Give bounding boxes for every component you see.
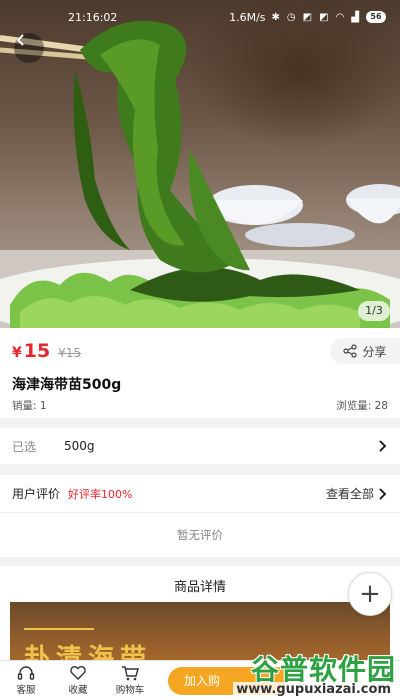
network-speed: 1.6M/s [229, 10, 266, 24]
sim-icon: ◩ [319, 11, 330, 23]
plus-icon: + [359, 579, 381, 609]
sim-icon: ◩ [302, 11, 314, 23]
gallery-page-indicator: 1/3 [358, 301, 390, 321]
product-title: 海津海带苗500g [12, 377, 122, 393]
reviews-title: 用户评价 [12, 487, 61, 501]
product-stats: 销量: 1 浏览量: 28 [12, 398, 388, 413]
cart-icon [122, 666, 139, 681]
chevron-right-icon [379, 440, 387, 452]
customer-service-button[interactable]: 客服 [0, 665, 52, 696]
price-row: ¥ 15 ¥ 15 [12, 340, 81, 362]
wifi-icon: ◠ [335, 11, 346, 23]
view-count: 浏览量: 28 [336, 400, 388, 412]
chevron-left-icon [16, 34, 24, 46]
alarm-icon: ◷ [286, 11, 297, 23]
chevron-right-icon[interactable] [378, 487, 388, 501]
heart-icon [70, 666, 86, 680]
bluetooth-icon: ✱ [271, 11, 281, 23]
sales-count: 销量: 1 [12, 400, 47, 412]
detail-image: 卦清海带 [10, 602, 390, 662]
status-time: 21:16:02 [68, 10, 118, 24]
cart-button[interactable]: 购物车 [104, 665, 156, 696]
product-info-card: ¥ 15 ¥ 15 分享 海津海带苗500g 销量: 1 浏览量: 28 [0, 328, 400, 418]
current-price: 15 [23, 340, 51, 362]
status-bar: 21:16:02 1.6M/s ✱ ◷ ◩ ◩ ◠ ▟ 56 [0, 0, 400, 34]
bottom-action-bar: 客服 收藏 购物车 加入购 [0, 660, 400, 700]
detail-title: 商品详情 [173, 580, 226, 595]
share-label: 分享 [362, 344, 387, 359]
detail-image-text: 卦清海带 [24, 644, 153, 662]
share-icon [343, 344, 358, 358]
cart-label: 购物车 [115, 685, 145, 696]
back-button[interactable] [14, 33, 44, 63]
product-image-gallery[interactable]: 21:16:02 1.6M/s ✱ ◷ ◩ ◩ ◠ ▟ 56 1/3 [0, 0, 400, 328]
currency-symbol: ¥ [12, 345, 22, 361]
seaweed-dish-image [0, 20, 400, 328]
spec-label: 已选 [12, 439, 37, 454]
customer-service-label: 客服 [16, 685, 36, 696]
original-price: 15 [65, 346, 82, 360]
plus-button[interactable]: + [348, 572, 392, 616]
spec-selector[interactable]: 已选 500g [0, 428, 400, 464]
battery-indicator: 56 [366, 11, 386, 23]
spec-value: 500g [64, 439, 95, 453]
decorative-line [24, 628, 94, 630]
reviews-header: 用户评价 好评率100% 查看全部 [0, 475, 400, 513]
add-to-cart-button[interactable]: 加入购 [168, 666, 284, 695]
favorite-button[interactable]: 收藏 [52, 665, 104, 696]
signal-icon: ▟ [351, 11, 360, 23]
view-all-reviews-link[interactable]: 查看全部 [326, 485, 374, 502]
empty-reviews-message: 暂无评价 [0, 513, 400, 557]
product-detail-section: 商品详情 卦清海带 [0, 566, 400, 662]
headset-icon [17, 666, 35, 680]
original-currency-symbol: ¥ [58, 346, 66, 360]
positive-rate: 好评率100% [68, 487, 133, 501]
favorite-label: 收藏 [68, 685, 88, 696]
share-button[interactable]: 分享 [330, 338, 400, 364]
